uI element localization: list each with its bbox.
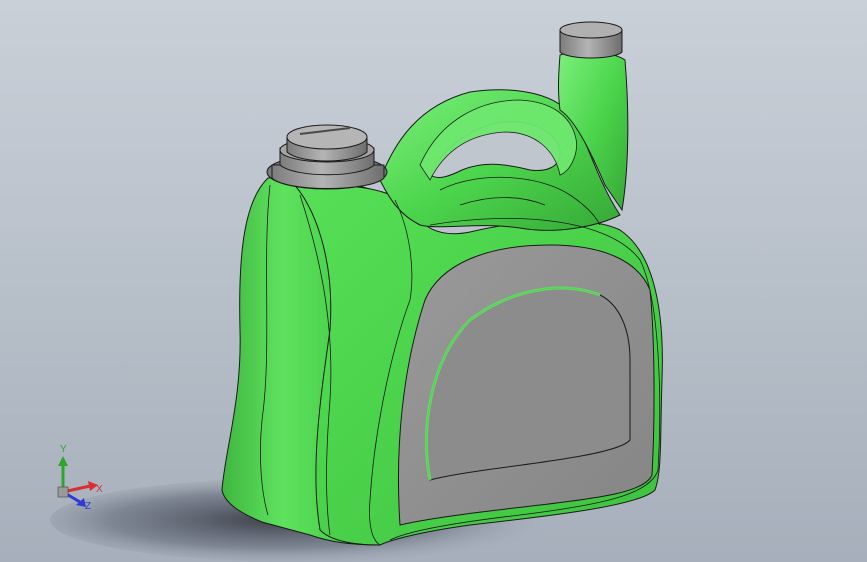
- z-axis-label: Z: [85, 501, 91, 510]
- jerrycan-model[interactable]: [0, 0, 867, 562]
- reference-triad[interactable]: Y X Z: [48, 440, 118, 510]
- y-axis-label: Y: [60, 444, 67, 455]
- y-axis-arrow: [58, 456, 68, 466]
- main-cap-lid[interactable]: [286, 124, 368, 150]
- spout-cap-top[interactable]: [559, 21, 623, 39]
- triad-origin: [57, 486, 69, 498]
- graphics-viewport[interactable]: Y X Z: [0, 0, 867, 562]
- x-axis-label: X: [96, 484, 103, 495]
